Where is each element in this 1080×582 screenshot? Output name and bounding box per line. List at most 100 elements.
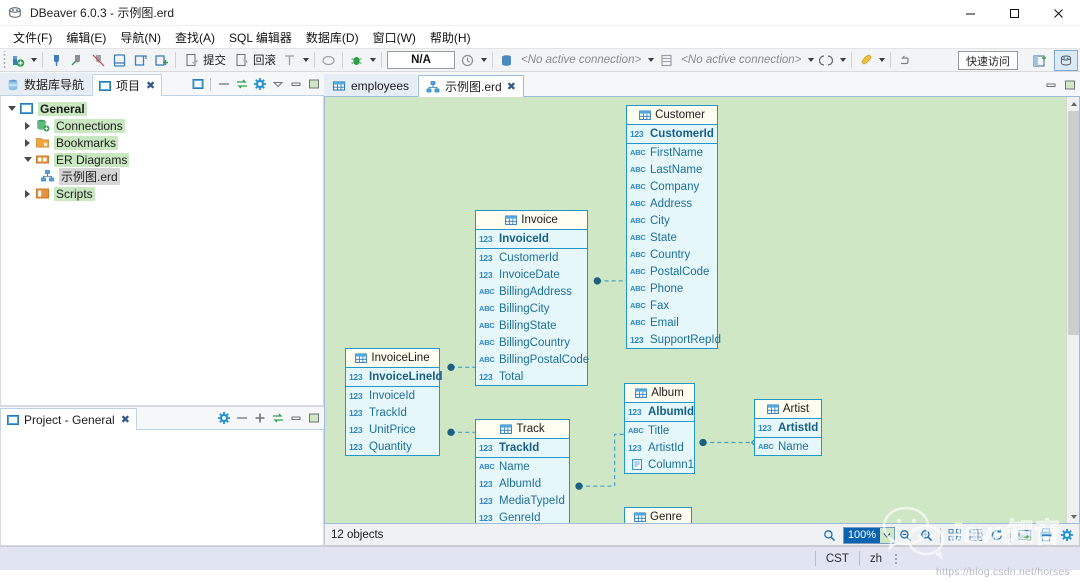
disconnect-icon[interactable]: [67, 50, 88, 71]
sql-generate-dropdown[interactable]: [837, 50, 848, 71]
configure-icon[interactable]: [215, 409, 232, 427]
minimize-icon[interactable]: [1042, 76, 1059, 94]
grid-icon[interactable]: [965, 525, 986, 545]
entity-column[interactable]: ABC Email: [627, 314, 717, 331]
entity-customer[interactable]: Customer 123 CustomerId ABC FirstName ABC…: [626, 105, 721, 349]
close-icon[interactable]: ✖: [146, 79, 155, 92]
zoom-combo[interactable]: 100%: [842, 526, 895, 544]
tab-projects[interactable]: 项目 ✖: [92, 74, 163, 96]
search-icon[interactable]: [819, 525, 840, 545]
new-connection-dropdown[interactable]: [28, 50, 39, 71]
rollback-button[interactable]: 回滚: [229, 50, 279, 71]
erd-canvas[interactable]: Customer 123 CustomerId ABC FirstName ABC…: [324, 96, 1080, 524]
sql-script-icon[interactable]: [130, 50, 151, 71]
entity-album[interactable]: Album 123 AlbumId ABC Title 123 ArtistId C…: [624, 383, 695, 474]
zoom-out-icon[interactable]: [895, 525, 916, 545]
transaction-mode-icon[interactable]: [279, 50, 300, 71]
link-editor-icon[interactable]: [189, 75, 206, 93]
entity-column[interactable]: 123 MediaTypeId: [476, 492, 569, 509]
menu-search[interactable]: 查找(A): [168, 27, 222, 48]
entity-column[interactable]: ABC PostalCode: [627, 263, 717, 280]
toolbar-grip[interactable]: [2, 51, 7, 69]
menu-navigate[interactable]: 导航(N): [113, 27, 168, 48]
invalidate-icon[interactable]: [88, 50, 109, 71]
new-connection-icon[interactable]: [7, 50, 28, 71]
entity-customer-pk[interactable]: 123 CustomerId: [627, 125, 717, 144]
menu-file[interactable]: 文件(F): [6, 27, 59, 48]
chevron-right-icon[interactable]: [21, 134, 34, 151]
tab-project-general[interactable]: Project - General ✖: [0, 408, 137, 430]
auto-commit-icon[interactable]: [318, 50, 339, 71]
refresh-icon[interactable]: [986, 525, 1007, 545]
tree-item-connections[interactable]: Connections: [1, 117, 323, 134]
view-menu-icon[interactable]: [269, 75, 286, 93]
editor-tab-erd[interactable]: 示例图.erd ✖: [418, 75, 524, 97]
entity-column[interactable]: ABC Name: [476, 458, 569, 475]
entity-column[interactable]: ABC Company: [627, 178, 717, 195]
entity-column[interactable]: ABC State: [627, 229, 717, 246]
collapse-icon[interactable]: [233, 409, 250, 427]
entity-column[interactable]: 123 Quantity: [346, 438, 439, 455]
open-perspective-icon[interactable]: [1028, 50, 1052, 71]
commit-button[interactable]: 提交: [179, 50, 229, 71]
sql-editor-icon[interactable]: [109, 50, 130, 71]
new-sql-editor-icon[interactable]: [151, 50, 172, 71]
timezone-indicator[interactable]: CST: [816, 551, 859, 567]
entity-track-pk[interactable]: 123 TrackId: [476, 439, 569, 458]
connection-selector[interactable]: <No active connection>: [496, 50, 645, 71]
entity-invoice[interactable]: Invoice 123 InvoiceId 123 CustomerId 123 I…: [475, 210, 589, 386]
tree-item-er-diagrams[interactable]: ER Diagrams: [1, 151, 323, 168]
maximize-icon[interactable]: [1061, 76, 1078, 94]
entity-column[interactable]: 123 UnitPrice: [346, 421, 439, 438]
print-icon[interactable]: [1035, 525, 1056, 545]
minimize-icon[interactable]: [287, 409, 304, 427]
tree-item-scripts[interactable]: Scripts: [1, 185, 323, 202]
database-dropdown[interactable]: [805, 50, 816, 71]
project-tree[interactable]: General Connections Bookmarks ER Diagram…: [0, 96, 324, 406]
language-indicator[interactable]: zh: [860, 551, 892, 567]
debug-dropdown[interactable]: [367, 50, 378, 71]
entity-column[interactable]: Column1: [625, 456, 694, 473]
close-icon[interactable]: ✖: [121, 413, 130, 426]
entity-artist[interactable]: Artist 123 ArtistId ABC Name: [754, 399, 822, 456]
entity-column[interactable]: ABC Fax: [627, 297, 717, 314]
sync-icon[interactable]: [233, 75, 250, 93]
transaction-mode-dropdown[interactable]: [300, 50, 311, 71]
debug-icon[interactable]: [346, 50, 367, 71]
undo-arrow-icon[interactable]: [894, 50, 915, 71]
entity-column[interactable]: ABC FirstName: [627, 144, 717, 161]
collapse-all-icon[interactable]: [215, 75, 232, 93]
transaction-log-dropdown[interactable]: [478, 50, 489, 71]
scrollbar-thumb[interactable]: [1068, 111, 1079, 335]
tab-database-navigator[interactable]: 数据库导航: [0, 73, 92, 95]
entity-track[interactable]: Track 123 TrackId ABC Name 123 AlbumId 123…: [475, 419, 570, 523]
entity-column[interactable]: ABC BillingAddress: [476, 283, 587, 300]
entity-column[interactable]: ABC Address: [627, 195, 717, 212]
menu-database[interactable]: 数据库(D): [299, 27, 366, 48]
entity-invoiceline[interactable]: InvoiceLine 123 InvoiceLineId 123 Invoice…: [345, 348, 443, 456]
entity-column[interactable]: ABC LastName: [627, 161, 717, 178]
maximize-icon[interactable]: [305, 75, 322, 93]
save-image-icon[interactable]: [1014, 525, 1035, 545]
sql-generate-icon[interactable]: [816, 50, 837, 71]
database-selector[interactable]: <No active connection>: [656, 50, 805, 71]
add-icon[interactable]: [251, 409, 268, 427]
entity-column[interactable]: ABC Country: [627, 246, 717, 263]
quick-access-field[interactable]: 快速访问: [958, 51, 1018, 70]
menu-help[interactable]: 帮助(H): [423, 27, 478, 48]
entity-invoiceline-pk[interactable]: 123 InvoiceLineId: [346, 368, 443, 387]
entity-column[interactable]: 123 InvoiceDate: [476, 266, 587, 283]
minimize-button[interactable]: [948, 0, 992, 26]
scroll-up-icon[interactable]: [1067, 97, 1079, 110]
entity-column[interactable]: 123 ArtistId: [625, 439, 694, 456]
layout-icon[interactable]: [944, 525, 965, 545]
canvas-vertical-scrollbar[interactable]: [1066, 97, 1079, 523]
entity-album-pk[interactable]: 123 AlbumId: [625, 403, 694, 422]
run-dropdown[interactable]: [876, 50, 887, 71]
entity-invoice-pk[interactable]: 123 InvoiceId: [476, 230, 587, 249]
configure-icon[interactable]: [251, 75, 268, 93]
entity-column[interactable]: 123 InvoiceId: [346, 387, 439, 404]
entity-column[interactable]: ABC Name: [755, 438, 821, 455]
project-panel-body[interactable]: [0, 430, 324, 546]
close-icon[interactable]: ✖: [507, 80, 516, 93]
